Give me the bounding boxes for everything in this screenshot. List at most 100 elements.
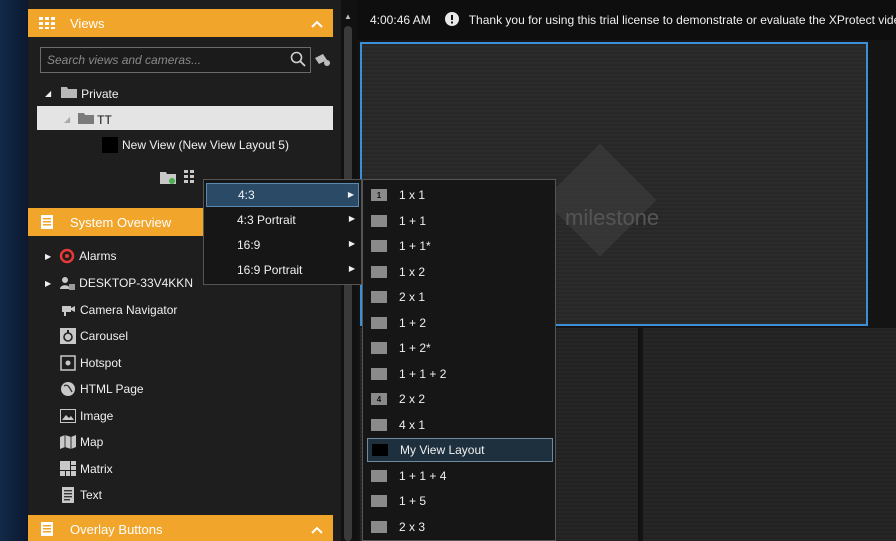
layout-item-4x1[interactable]: 4 x 1	[367, 413, 553, 437]
layout-icon	[371, 470, 387, 482]
layout-item-1x2[interactable]: 1 x 2	[367, 260, 553, 284]
carousel-icon	[60, 328, 76, 344]
overview-item-label: Text	[80, 488, 103, 502]
menu-item-4-3-portrait[interactable]: 4:3 Portrait ▶	[206, 208, 359, 232]
tree-item-new-view[interactable]: New View (New View Layout 5)	[102, 137, 289, 153]
collapse-chevron-icon[interactable]	[311, 522, 323, 537]
overview-list-icon	[38, 215, 56, 229]
overview-item-label: Map	[80, 435, 104, 449]
layout-icon	[371, 317, 387, 329]
search-icon[interactable]	[290, 51, 306, 70]
submenu-arrow-icon: ▶	[348, 264, 355, 273]
new-group-icon[interactable]	[160, 170, 176, 187]
expand-arrow-icon[interactable]: ◢	[45, 89, 51, 98]
tree-item-private[interactable]: ◢ Private	[45, 86, 119, 101]
layout-item-my-view-layout[interactable]: My View Layout	[367, 438, 553, 462]
alarm-icon	[59, 248, 75, 264]
menu-item-label: 1 + 1 + 2	[399, 367, 447, 381]
menu-item-label: 16:9	[237, 238, 261, 252]
camera-search-icon[interactable]	[313, 52, 331, 71]
layout-icon	[371, 215, 387, 227]
layout-item-2x2[interactable]: 4 2 x 2	[367, 387, 553, 411]
layout-item-1-plus-1-star[interactable]: 1 + 1*	[367, 234, 553, 258]
collapse-arrow-icon[interactable]: ◢	[64, 115, 70, 124]
info-icon[interactable]	[444, 11, 459, 29]
layout-item-1-plus-2-star[interactable]: 1 + 2*	[367, 336, 553, 360]
layout-item-1-plus-1[interactable]: 1 + 1	[367, 209, 553, 233]
overview-item-image[interactable]: Image	[60, 408, 113, 424]
system-overview-title: System Overview	[70, 214, 172, 230]
layout-icon	[371, 521, 387, 533]
map-icon	[60, 434, 76, 450]
layout-icon	[371, 266, 387, 278]
layout-item-1-plus-5[interactable]: 1 + 5	[367, 489, 553, 513]
tree-item-tt[interactable]: ◢ TT	[64, 112, 112, 127]
overlay-buttons-header[interactable]: Overlay Buttons	[28, 515, 333, 541]
overview-item-label: Hotspot	[80, 356, 122, 370]
overview-item-label: Camera Navigator	[80, 303, 178, 317]
scroll-up-arrow-icon[interactable]: ▲	[344, 12, 352, 21]
image-icon	[60, 408, 76, 424]
views-panel-title: Views	[70, 15, 105, 31]
menu-item-4-3[interactable]: 4:3 ▶	[206, 183, 359, 207]
layout-icon	[371, 495, 387, 507]
overview-item-camera-navigator[interactable]: Camera Navigator	[60, 302, 177, 318]
layout-icon	[371, 291, 387, 303]
camera-navigator-icon	[60, 302, 76, 318]
layout-2x2-icon: 4	[371, 393, 387, 405]
menu-item-label: 2 x 2	[399, 392, 426, 406]
layout-menu: 1 1 x 1 1 + 1 1 + 1* 1 x 2 2 x 1 1 + 2 1…	[362, 179, 556, 541]
new-view-icon[interactable]	[184, 170, 200, 187]
menu-item-label: 1 + 1*	[399, 239, 431, 253]
menu-item-label: 1 + 1	[399, 214, 427, 228]
layout-icon	[371, 419, 387, 431]
menu-item-16-9[interactable]: 16:9 ▶	[206, 233, 359, 257]
menu-item-label: 2 x 3	[399, 520, 426, 534]
overview-item-html-page[interactable]: HTML Page	[60, 381, 144, 397]
tree-item-label: New View (New View Layout 5)	[122, 138, 289, 152]
menu-item-label: 16:9 Portrait	[237, 263, 303, 277]
view-toolbar	[160, 170, 200, 187]
overview-item-carousel[interactable]: Carousel	[60, 328, 128, 344]
menu-item-16-9-portrait[interactable]: 16:9 Portrait ▶	[206, 258, 359, 282]
layout-item-1-plus-1-plus-4[interactable]: 1 + 1 + 4	[367, 464, 553, 488]
overview-item-alarms[interactable]: ▶ Alarms	[45, 248, 117, 264]
layout-item-1-plus-1-plus-2[interactable]: 1 + 1 + 2	[367, 362, 553, 386]
menu-item-label: 1 + 1 + 4	[399, 469, 447, 483]
overview-item-hotspot[interactable]: Hotspot	[60, 355, 121, 371]
menu-item-label: 2 x 1	[399, 290, 426, 304]
text-document-icon	[60, 487, 76, 503]
clock-time: 4:00:46 AM	[370, 13, 431, 27]
overview-item-label: Carousel	[80, 329, 129, 343]
search-placeholder: Search views and cameras...	[47, 53, 202, 67]
folder-icon	[61, 86, 78, 101]
layout-1x1-icon: 1	[371, 189, 387, 201]
layout-item-2x3[interactable]: 2 x 3	[367, 515, 553, 539]
expand-arrow-icon[interactable]: ▶	[45, 279, 51, 288]
layout-item-2x1[interactable]: 2 x 1	[367, 285, 553, 309]
collapse-chevron-icon[interactable]	[311, 16, 323, 31]
menu-item-label: 1 + 2*	[399, 341, 431, 355]
overview-item-text[interactable]: Text	[60, 487, 102, 503]
hotspot-icon	[60, 355, 76, 371]
submenu-arrow-icon: ▶	[347, 190, 354, 199]
menu-item-label: 4:3 Portrait	[237, 213, 296, 227]
overlay-buttons-title: Overlay Buttons	[70, 521, 163, 537]
menu-item-label: 1 x 2	[399, 265, 426, 279]
overview-item-label: Matrix	[80, 462, 113, 476]
overview-item-matrix[interactable]: Matrix	[60, 461, 113, 477]
matrix-icon	[60, 461, 76, 477]
view-tile[interactable]	[643, 328, 896, 541]
overview-item-map[interactable]: Map	[60, 434, 103, 450]
views-panel-header[interactable]: Views	[28, 9, 333, 37]
overview-item-desktop[interactable]: ▶ DESKTOP-33V4KKN	[45, 275, 193, 291]
globe-icon	[60, 381, 76, 397]
view-icon	[102, 137, 118, 153]
tree-item-label: TT	[97, 112, 112, 127]
search-views-input[interactable]: Search views and cameras...	[40, 47, 311, 73]
custom-layout-icon	[372, 444, 388, 456]
layout-item-1-plus-2[interactable]: 1 + 2	[367, 311, 553, 335]
menu-item-label: My View Layout	[400, 443, 485, 457]
expand-arrow-icon[interactable]: ▶	[45, 252, 51, 261]
layout-item-1x1[interactable]: 1 1 x 1	[367, 183, 553, 207]
